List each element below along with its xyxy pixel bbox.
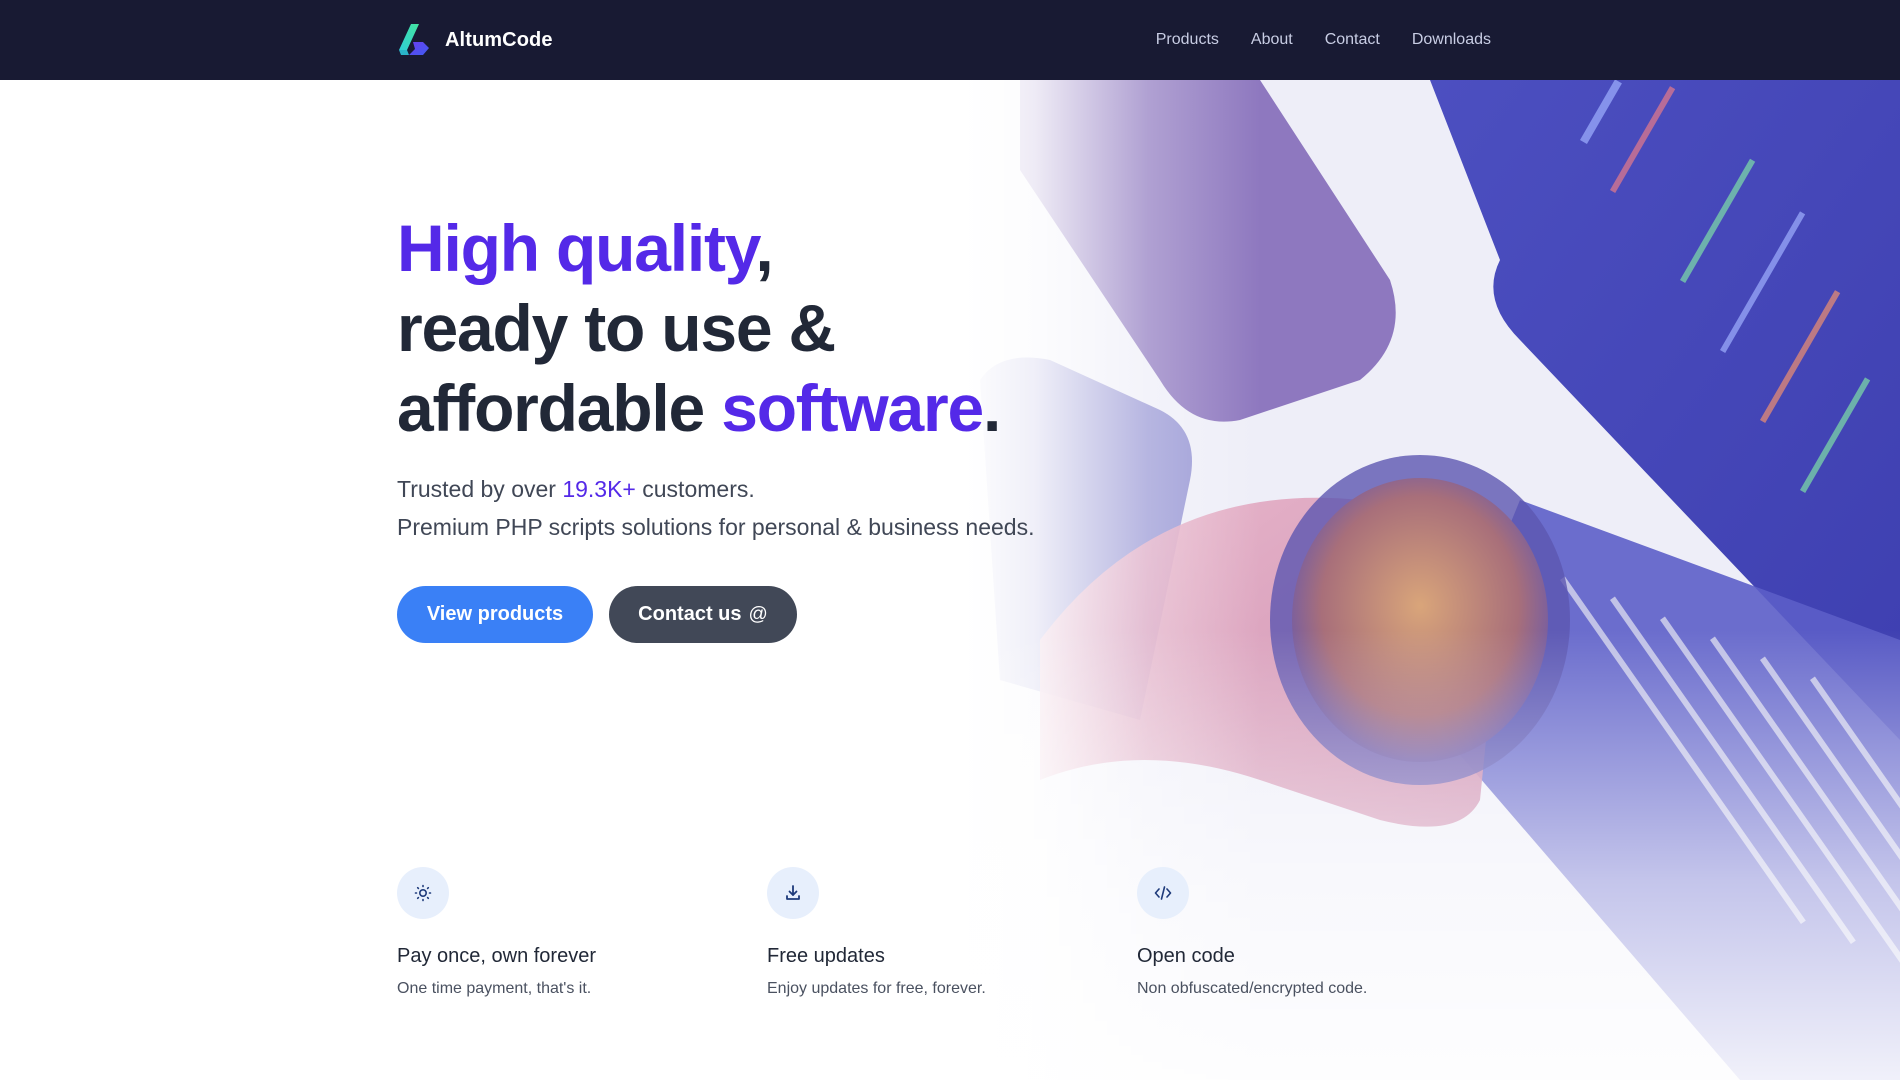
headline-line-3-lead: affordable (397, 371, 722, 445)
code-icon (1154, 886, 1172, 900)
nav-link-about[interactable]: About (1251, 31, 1293, 49)
feature-title: Free updates (767, 945, 885, 967)
headline-accent-1: High quality (397, 211, 757, 285)
hero-subtitle: Trusted by over 19.3K+ customers. Premiu… (397, 470, 1034, 546)
customers-count: 19.3K+ (562, 476, 636, 502)
features-row: Pay once, own forever One time payment, … (397, 867, 1507, 998)
altumcode-logo-icon (399, 24, 429, 55)
subtitle-tail: customers. (635, 476, 755, 502)
hero-actions: View products Contact us @ (397, 586, 797, 643)
subtitle-line-1: Trusted by over 19.3K+ customers. (397, 470, 1034, 508)
feature-icon-badge (1137, 867, 1189, 919)
feature-description: Enjoy updates for free, forever. (767, 980, 986, 997)
feature-title: Pay once, own forever (397, 945, 596, 967)
headline-comma: , (755, 211, 773, 285)
feature-description: One time payment, that's it. (397, 980, 592, 997)
nav-link-products[interactable]: Products (1156, 31, 1219, 49)
headline-line-2: ready to use & (397, 291, 836, 365)
headline-accent-2: software (721, 371, 984, 445)
brand-link[interactable]: AltumCode (397, 24, 553, 56)
feature-item: Free updates Enjoy updates for free, for… (767, 867, 1137, 998)
feature-item: Pay once, own forever One time payment, … (397, 867, 767, 998)
main-nav: Products About Contact Downloads (1124, 0, 1491, 80)
at-sign-icon: @ (748, 603, 768, 625)
download-icon (786, 885, 800, 900)
subtitle-lead: Trusted by over (397, 476, 563, 502)
sun-icon (414, 884, 432, 902)
subtitle-line-2: Premium PHP scripts solutions for person… (397, 514, 1035, 540)
feature-item: Open code Non obfuscated/encrypted code. (1137, 867, 1507, 998)
view-products-button[interactable]: View products (397, 586, 593, 643)
feature-icon-badge (767, 867, 819, 919)
feature-title: Open code (1137, 945, 1235, 967)
headline-period: . (983, 371, 1001, 445)
nav-link-contact[interactable]: Contact (1325, 31, 1380, 49)
navbar: AltumCode Products About Contact Downloa… (0, 0, 1900, 80)
feature-description: Non obfuscated/encrypted code. (1137, 980, 1368, 997)
brand-name: AltumCode (445, 28, 553, 51)
hero-headline: High quality, ready to use & affordable … (397, 208, 1001, 448)
feature-icon-badge (397, 867, 449, 919)
contact-us-button[interactable]: Contact us @ (609, 586, 797, 643)
contact-us-label: Contact us (638, 603, 742, 625)
nav-link-downloads[interactable]: Downloads (1412, 31, 1491, 49)
